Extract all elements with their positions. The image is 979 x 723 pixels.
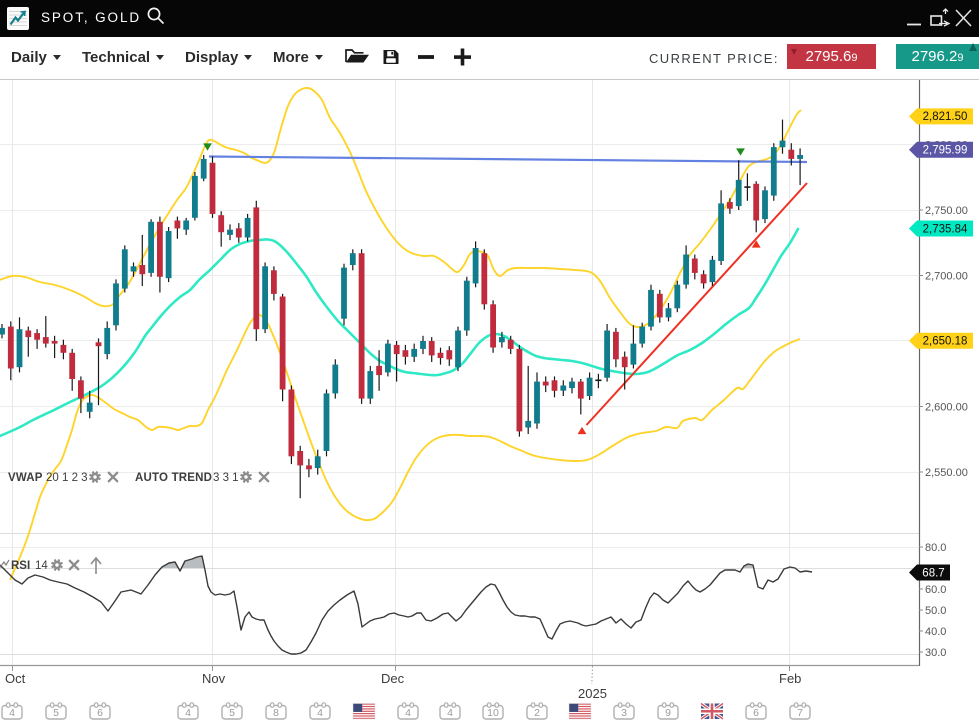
svg-text:2,650.18: 2,650.18 <box>923 336 968 348</box>
svg-text:Oct: Oct <box>5 671 26 686</box>
svg-text:Nov: Nov <box>202 671 226 686</box>
svg-text:2: 2 <box>534 707 540 719</box>
svg-text:50.0: 50.0 <box>925 605 946 617</box>
svg-text:AUTO TREND: AUTO TREND <box>135 472 212 484</box>
svg-text:4: 4 <box>9 707 15 719</box>
svg-text:60.0: 60.0 <box>925 584 946 596</box>
svg-text:RSI: RSI <box>11 560 30 572</box>
svg-text:4: 4 <box>447 707 453 719</box>
svg-text:30.0: 30.0 <box>925 647 946 659</box>
svg-text:14: 14 <box>35 560 48 572</box>
svg-text:2,750.00: 2,750.00 <box>925 205 968 217</box>
svg-text:9: 9 <box>665 707 671 719</box>
svg-text:2,700.00: 2,700.00 <box>925 270 968 282</box>
svg-text:2,550.00: 2,550.00 <box>925 467 968 479</box>
svg-text:5: 5 <box>229 707 235 719</box>
svg-text:4: 4 <box>405 707 411 719</box>
svg-text:2,821.50: 2,821.50 <box>923 111 968 123</box>
svg-text:68.7: 68.7 <box>922 567 944 579</box>
svg-text:Dec: Dec <box>381 671 405 686</box>
svg-text:2,795.99: 2,795.99 <box>923 145 968 157</box>
svg-text:7: 7 <box>797 707 803 719</box>
svg-text:8: 8 <box>273 707 279 719</box>
svg-text:40.0: 40.0 <box>925 626 946 638</box>
svg-text:2025: 2025 <box>578 686 607 701</box>
svg-text:80.0: 80.0 <box>925 542 946 554</box>
svg-text:2,735.84: 2,735.84 <box>923 223 968 235</box>
svg-text:Feb: Feb <box>779 671 801 686</box>
svg-text:6: 6 <box>753 707 759 719</box>
svg-text:VWAP: VWAP <box>8 472 43 484</box>
svg-text:20 1 2 3: 20 1 2 3 <box>46 472 88 484</box>
svg-text:2,600.00: 2,600.00 <box>925 401 968 413</box>
svg-text:6: 6 <box>97 707 103 719</box>
svg-text:3 3 1: 3 3 1 <box>213 472 239 484</box>
svg-text:5: 5 <box>53 707 59 719</box>
svg-text:4: 4 <box>185 707 191 719</box>
svg-text:3: 3 <box>621 707 627 719</box>
svg-text:10: 10 <box>487 707 499 719</box>
svg-text:4: 4 <box>317 707 323 719</box>
